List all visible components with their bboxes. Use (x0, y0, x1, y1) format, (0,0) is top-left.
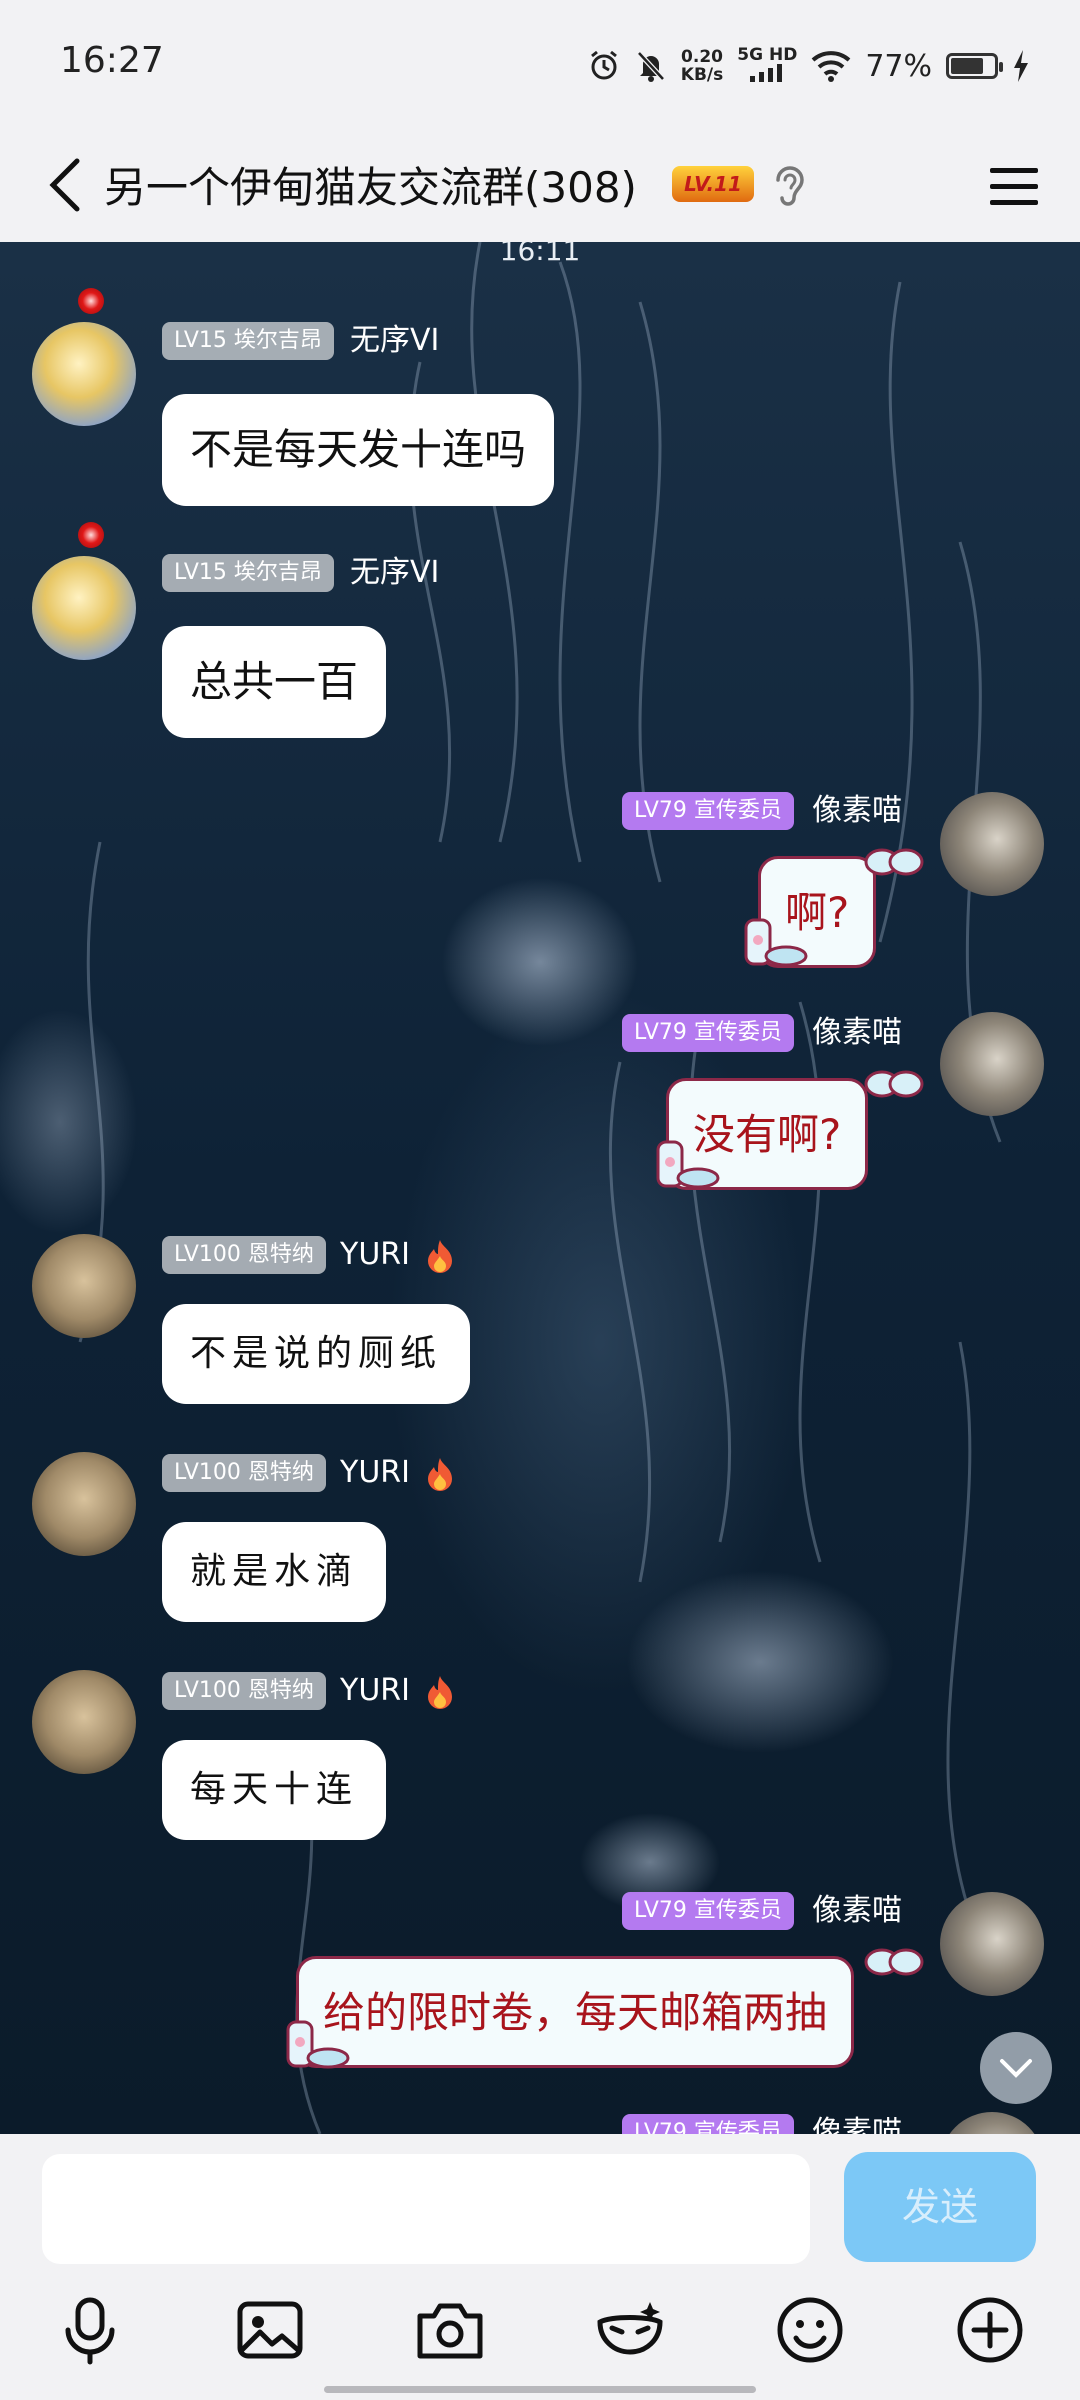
avatar[interactable] (940, 1892, 1044, 1996)
goggles-decoration-icon (864, 1948, 924, 1976)
avatar[interactable] (32, 1670, 136, 1774)
level-badge: LV15 埃尔吉昂 (162, 322, 334, 360)
chevron-left-icon (49, 158, 80, 212)
bottle-decoration-icon (744, 918, 808, 967)
bottle-decoration-icon (286, 2020, 350, 2069)
avatar[interactable] (32, 1234, 136, 1338)
status-indicators: 0.20 KB/s 5G HD 77% (587, 46, 1030, 86)
message-bubble[interactable]: 就是水滴 (162, 1522, 387, 1622)
bottle-decoration-icon (656, 1140, 720, 1189)
sender-nickname[interactable]: 无序VI (350, 322, 439, 360)
level-badge: LV79 宣传委员 (622, 1892, 794, 1930)
input-toolbar (0, 2270, 1080, 2400)
sender-nickname[interactable]: YURI (340, 1236, 410, 1274)
flower-decoration-icon (78, 288, 104, 314)
chat-message-list[interactable]: 16:11 LV15 埃尔吉昂 无序VI 不是每天发十连吗 LV15 埃尔吉昂 … (0, 242, 1080, 2134)
message-input[interactable] (42, 2154, 810, 2264)
send-button[interactable]: 发送 (844, 2152, 1036, 2262)
message-input-bar: 发送 (0, 2134, 1080, 2270)
sender-nickname[interactable]: 像素喵 (812, 1892, 902, 1930)
sender-nickname[interactable]: YURI (340, 1454, 410, 1492)
scroll-to-bottom-button[interactable] (980, 2032, 1052, 2104)
status-time: 16:27 (60, 40, 164, 81)
chat-title[interactable]: 另一个伊甸猫友交流群(308) (104, 154, 637, 215)
ear-icon[interactable] (768, 160, 812, 210)
chevron-down-icon (1000, 2059, 1032, 2078)
mask-icon[interactable] (592, 2292, 668, 2368)
net-speed: 0.20 KB/s (680, 47, 724, 85)
level-badge: LV100 恩特纳 (162, 1454, 326, 1492)
sender-nickname[interactable]: YURI (340, 1672, 410, 1710)
level-badge: LV15 埃尔吉昂 (162, 554, 334, 592)
fire-icon (428, 1458, 452, 1491)
alarm-icon (590, 50, 617, 80)
home-indicator[interactable] (324, 2386, 756, 2393)
level-badge: LV79 宣传委员 (622, 1014, 794, 1052)
avatar[interactable] (32, 1452, 136, 1556)
fire-icon (428, 1240, 452, 1273)
battery-level (951, 58, 984, 74)
goggles-decoration-icon (864, 1070, 924, 1098)
time-separator: 16:11 (499, 242, 581, 267)
goggles-decoration-icon (864, 848, 924, 876)
level-badge: LV100 恩特纳 (162, 1672, 326, 1710)
avatar[interactable] (32, 322, 136, 426)
message-bubble[interactable]: 给的限时卷，每天邮箱两抽 (296, 1956, 855, 2068)
signal-icon (750, 64, 783, 82)
sender-nickname[interactable]: 像素喵 (812, 2114, 902, 2134)
avatar[interactable] (940, 1012, 1044, 1116)
sender-nickname[interactable]: 像素喵 (812, 792, 902, 830)
image-icon[interactable] (232, 2292, 308, 2368)
back-button[interactable] (30, 150, 100, 220)
camera-icon[interactable] (412, 2292, 488, 2368)
level-badge: LV100 恩特纳 (162, 1236, 326, 1274)
level-badge: LV79 宣传委员 (622, 2114, 794, 2134)
fire-icon (428, 1676, 452, 1709)
emoji-icon[interactable] (772, 2292, 848, 2368)
jellyfish-background (78, 242, 1002, 2134)
wifi-icon (811, 51, 851, 82)
avatar[interactable] (32, 556, 136, 660)
menu-icon[interactable] (984, 156, 1044, 216)
sender-nickname[interactable]: 像素喵 (812, 1014, 902, 1052)
charging-icon (1014, 50, 1028, 82)
mic-icon[interactable] (52, 2292, 128, 2368)
battery-icon (946, 53, 1003, 79)
network-type: 5G HD (737, 46, 797, 86)
status-bar: 16:27 0.20 KB/s 5G HD 77% (0, 0, 1080, 130)
mute-bell-icon (636, 51, 665, 82)
avatar[interactable] (940, 792, 1044, 896)
chat-header: 另一个伊甸猫友交流群(308) LV.11 (0, 130, 1080, 242)
message-bubble[interactable]: 总共一百 (162, 626, 387, 738)
level-badge: LV79 宣传委员 (622, 792, 794, 830)
message-bubble[interactable]: 不是每天发十连吗 (162, 394, 555, 506)
message-bubble[interactable]: 每天十连 (162, 1740, 387, 1840)
message-bubble[interactable]: 不是说的厕纸 (162, 1304, 471, 1404)
group-level-badge: LV.11 (672, 166, 754, 202)
plus-icon[interactable] (952, 2292, 1028, 2368)
flower-decoration-icon (78, 522, 104, 548)
sender-nickname[interactable]: 无序VI (350, 554, 439, 592)
battery-percent: 77% (865, 48, 932, 84)
